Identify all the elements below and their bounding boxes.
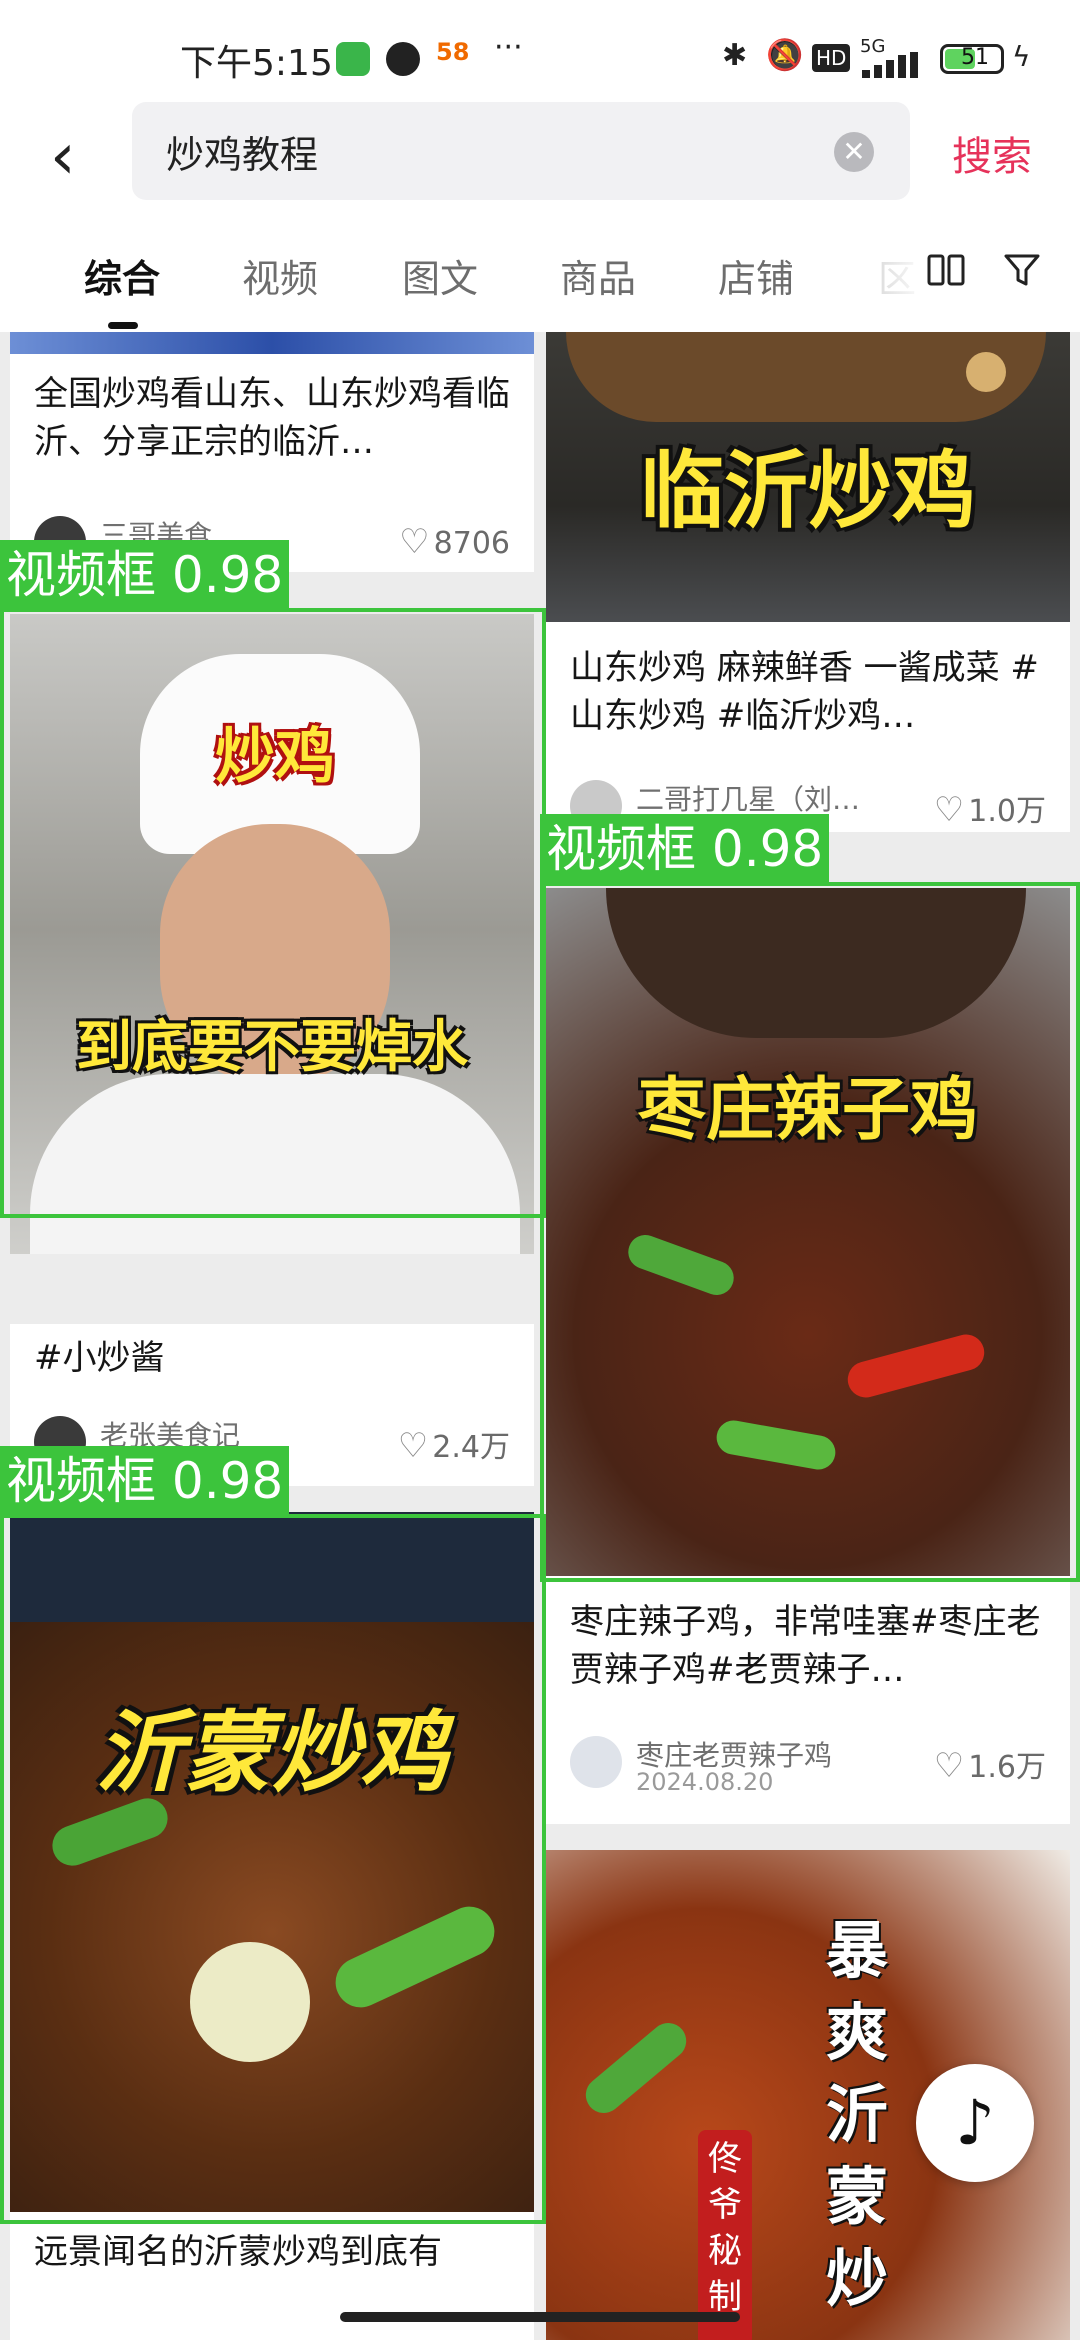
- like-count-value: 2.4万: [432, 1430, 510, 1465]
- like-count[interactable]: ♡ 8706: [399, 522, 510, 562]
- battery-icon: 51: [940, 44, 1004, 74]
- author-name: 二哥打几星（刘…: [636, 783, 861, 816]
- tab-video[interactable]: 视频: [242, 248, 318, 303]
- status-bar: 下午5:15 58 ··· ✱ 🔕 HD 5G 51 ϟ: [0, 0, 1080, 100]
- card-thumbnail: 临沂炒鸡: [546, 332, 1070, 622]
- pepper: [578, 2015, 694, 2121]
- detection-label: 视频框 0.98: [0, 1446, 290, 1516]
- tab-shop[interactable]: 店铺: [718, 248, 794, 303]
- thumbnail-badge: 佟爷秘制: [698, 2130, 752, 2340]
- chevron-left-icon[interactable]: ‹: [50, 122, 110, 192]
- like-count-value: 1.6万: [968, 1750, 1046, 1785]
- search-input[interactable]: 炒鸡教程 ✕: [132, 102, 910, 200]
- tab-fade: [870, 240, 930, 310]
- search-header: ‹ 炒鸡教程 ✕ 搜索: [0, 100, 1080, 220]
- detection-box: [0, 1514, 546, 2224]
- more-notifications-icon: ···: [494, 30, 523, 65]
- grid-layout-icon[interactable]: [926, 250, 966, 290]
- hd-icon: HD: [812, 44, 851, 72]
- avatar: [570, 1736, 622, 1788]
- clear-icon[interactable]: ✕: [834, 132, 874, 172]
- tab-image-text[interactable]: 图文: [402, 248, 478, 303]
- detection-label: 视频框 0.98: [0, 540, 290, 610]
- signal-icon: [862, 52, 928, 78]
- search-query[interactable]: 炒鸡教程: [166, 124, 318, 179]
- like-count-value: 8706: [433, 526, 510, 561]
- post-date: 2024.08.20: [636, 1768, 774, 1796]
- result-card[interactable]: 全国炒鸡看山东、山东炒鸡看临沂、分享正宗的临沂… 三哥美食 ♡ 8706: [10, 332, 534, 572]
- like-count[interactable]: ♡ 2.4万: [398, 1422, 510, 1466]
- food: [966, 352, 1006, 392]
- like-count[interactable]: ♡ 1.6万: [934, 1742, 1046, 1786]
- detection-box: [540, 882, 1080, 1582]
- tiktok-logo-icon[interactable]: ♪: [916, 2064, 1034, 2182]
- results-feed[interactable]: 全国炒鸡看山东、山东炒鸡看临沂、分享正宗的临沂… 三哥美食 ♡ 8706 炒鸡 到…: [0, 332, 1080, 2340]
- card-title: 全国炒鸡看山东、山东炒鸡看临沂、分享正宗的临沂…: [34, 374, 510, 462]
- tab-bar: 综合 视频 图文 商品 店铺 区: [0, 220, 1080, 332]
- card-thumbnail: [10, 332, 534, 354]
- heart-icon: ♡: [397, 1426, 429, 1466]
- card-title: 山东炒鸡 麻辣鲜香 一酱成菜 #山东炒鸡 #临沂炒鸡…: [570, 648, 1039, 736]
- card-meta: 枣庄老贾辣子鸡 2024.08.20 ♡ 1.6万: [570, 1730, 1046, 1796]
- tab-comprehensive[interactable]: 综合: [84, 248, 160, 303]
- battery-level: 51: [961, 45, 989, 70]
- detection-label: 视频框 0.98: [540, 814, 830, 884]
- heart-icon: ♡: [933, 1746, 965, 1786]
- home-indicator[interactable]: [340, 2312, 740, 2322]
- thumbnail-caption: 暴爽沂蒙炒: [826, 1914, 889, 2315]
- heart-icon: ♡: [933, 790, 965, 830]
- detection-box: [0, 608, 546, 1218]
- tab-active-indicator: [108, 322, 138, 329]
- heart-icon: ♡: [399, 522, 430, 562]
- tab-goods[interactable]: 商品: [560, 248, 636, 303]
- bluetooth-icon: ✱: [722, 38, 748, 73]
- filter-icon[interactable]: [1002, 250, 1042, 290]
- card-title: 枣庄辣子鸡，非常哇塞#枣庄老贾辣子鸡#老贾辣子…: [570, 1602, 1041, 1690]
- app-notification-icon: [336, 42, 370, 76]
- card-title: 远景闻名的沂蒙炒鸡到底有: [34, 2232, 442, 2272]
- like-count-value: 1.0万: [968, 794, 1046, 829]
- charging-icon: ϟ: [1012, 40, 1031, 73]
- search-button[interactable]: 搜索: [952, 124, 1032, 182]
- mute-icon: 🔕: [766, 38, 804, 73]
- qq-icon: [386, 42, 420, 76]
- thumbnail-caption: 临沂炒鸡: [639, 442, 976, 540]
- card-title: #小炒酱: [34, 1338, 165, 1378]
- result-card[interactable]: 临沂炒鸡 山东炒鸡 麻辣鲜香 一酱成菜 #山东炒鸡 #临沂炒鸡… 二哥打几星（刘…: [546, 332, 1070, 832]
- like-count[interactable]: ♡ 1.0万: [934, 786, 1046, 830]
- status-time: 下午5:15: [180, 43, 333, 84]
- app58-icon: 58: [436, 38, 470, 66]
